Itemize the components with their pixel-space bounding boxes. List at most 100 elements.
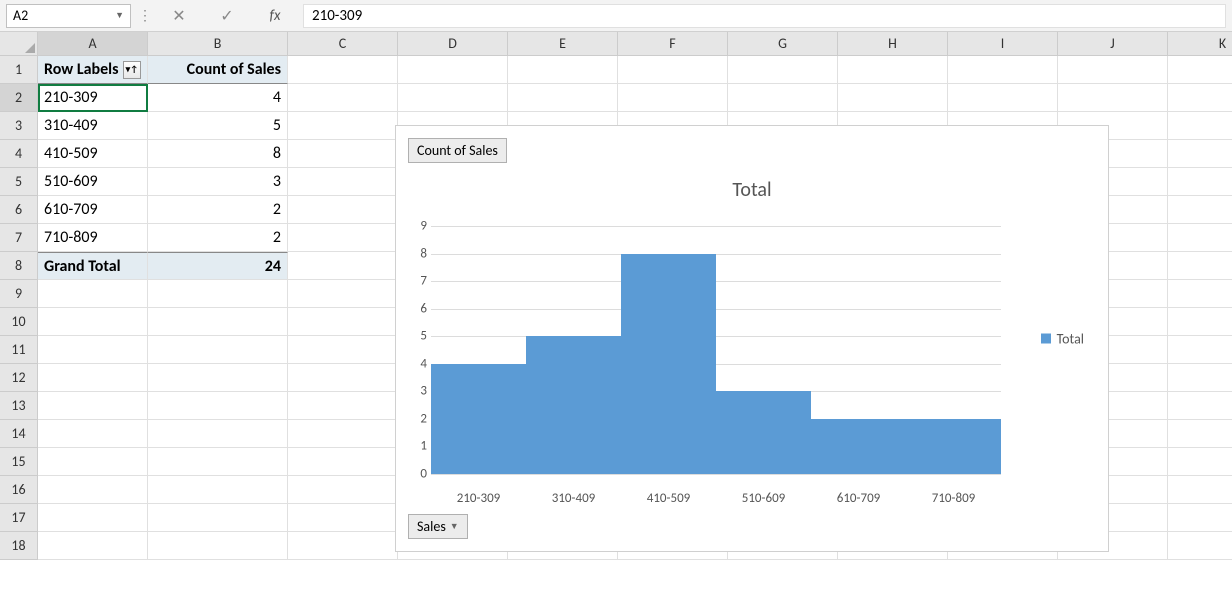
- pivot-chart[interactable]: Count of Sales Total 0123456789 210-3093…: [395, 125, 1109, 552]
- field-button-values[interactable]: Count of Sales: [408, 138, 507, 163]
- chevron-down-icon[interactable]: ▼: [450, 521, 459, 532]
- row-header[interactable]: 2: [0, 84, 38, 112]
- cell[interactable]: [288, 112, 398, 140]
- cell[interactable]: [1168, 196, 1232, 224]
- cell[interactable]: [288, 336, 398, 364]
- cell[interactable]: [288, 532, 398, 560]
- row-header[interactable]: 13: [0, 392, 38, 420]
- cell[interactable]: [1168, 504, 1232, 532]
- cell[interactable]: [148, 532, 288, 560]
- cell[interactable]: [288, 84, 398, 112]
- row-header[interactable]: 4: [0, 140, 38, 168]
- cell[interactable]: [1058, 84, 1168, 112]
- cell[interactable]: [1058, 56, 1168, 84]
- bar[interactable]: [716, 391, 811, 474]
- row-header[interactable]: 5: [0, 168, 38, 196]
- cell[interactable]: 210-309: [38, 84, 148, 112]
- row-header[interactable]: 18: [0, 532, 38, 560]
- cell[interactable]: [38, 364, 148, 392]
- cell[interactable]: [38, 392, 148, 420]
- cell[interactable]: [1168, 336, 1232, 364]
- cell[interactable]: [38, 504, 148, 532]
- cell[interactable]: [1168, 84, 1232, 112]
- row-header[interactable]: 7: [0, 224, 38, 252]
- row-header[interactable]: 1: [0, 56, 38, 84]
- cell[interactable]: [148, 364, 288, 392]
- row-header[interactable]: 15: [0, 448, 38, 476]
- column-header[interactable]: H: [838, 32, 948, 56]
- cell[interactable]: [618, 84, 728, 112]
- cell[interactable]: [1168, 308, 1232, 336]
- enter-icon[interactable]: ✓: [207, 4, 247, 28]
- cell[interactable]: 710-809: [38, 224, 148, 252]
- cell[interactable]: [1168, 280, 1232, 308]
- cell[interactable]: 4: [148, 84, 288, 112]
- column-header[interactable]: I: [948, 32, 1058, 56]
- cell[interactable]: [1168, 112, 1232, 140]
- cell[interactable]: [288, 364, 398, 392]
- cell[interactable]: [1168, 420, 1232, 448]
- cell[interactable]: [38, 420, 148, 448]
- cell[interactable]: [728, 56, 838, 84]
- column-header[interactable]: A: [38, 32, 148, 56]
- cell[interactable]: [1168, 252, 1232, 280]
- cell[interactable]: [38, 448, 148, 476]
- chevron-down-icon[interactable]: ▼: [115, 10, 124, 21]
- cell[interactable]: [838, 84, 948, 112]
- field-button-axis[interactable]: Sales ▼: [408, 514, 468, 539]
- column-header[interactable]: G: [728, 32, 838, 56]
- cell[interactable]: 2: [148, 196, 288, 224]
- cell[interactable]: [288, 168, 398, 196]
- cell[interactable]: 8: [148, 140, 288, 168]
- cancel-icon[interactable]: ✕: [159, 4, 199, 28]
- cell[interactable]: [288, 252, 398, 280]
- cell[interactable]: [1168, 168, 1232, 196]
- cell[interactable]: [398, 56, 508, 84]
- cell[interactable]: 610-709: [38, 196, 148, 224]
- row-header[interactable]: 3: [0, 112, 38, 140]
- row-header[interactable]: 16: [0, 476, 38, 504]
- bar[interactable]: [431, 364, 526, 474]
- cell[interactable]: [1168, 364, 1232, 392]
- cell[interactable]: Row Labels▾↑: [38, 56, 148, 84]
- cell[interactable]: [288, 308, 398, 336]
- row-header[interactable]: 14: [0, 420, 38, 448]
- cell[interactable]: [618, 56, 728, 84]
- select-all-corner[interactable]: [0, 32, 38, 56]
- cell[interactable]: [38, 308, 148, 336]
- cell[interactable]: [38, 336, 148, 364]
- cell[interactable]: [1168, 224, 1232, 252]
- cell[interactable]: [288, 448, 398, 476]
- cell[interactable]: [148, 448, 288, 476]
- cell[interactable]: [38, 532, 148, 560]
- cell[interactable]: [1168, 532, 1232, 560]
- cell[interactable]: Grand Total: [38, 252, 148, 280]
- row-header[interactable]: 10: [0, 308, 38, 336]
- cell[interactable]: 410-509: [38, 140, 148, 168]
- cell[interactable]: [148, 280, 288, 308]
- row-header[interactable]: 8: [0, 252, 38, 280]
- cell[interactable]: 510-609: [38, 168, 148, 196]
- column-header[interactable]: B: [148, 32, 288, 56]
- cell[interactable]: [288, 56, 398, 84]
- column-header[interactable]: J: [1058, 32, 1168, 56]
- cell[interactable]: [148, 392, 288, 420]
- row-header[interactable]: 6: [0, 196, 38, 224]
- cell[interactable]: [148, 308, 288, 336]
- cell[interactable]: Count of Sales: [148, 56, 288, 84]
- cell[interactable]: [148, 476, 288, 504]
- cell[interactable]: 3: [148, 168, 288, 196]
- cell[interactable]: [288, 224, 398, 252]
- cell[interactable]: [1168, 140, 1232, 168]
- cell[interactable]: [838, 56, 948, 84]
- bar[interactable]: [811, 419, 906, 474]
- cell[interactable]: [38, 280, 148, 308]
- cell[interactable]: [288, 280, 398, 308]
- cell[interactable]: [398, 84, 508, 112]
- cell[interactable]: 2: [148, 224, 288, 252]
- row-header[interactable]: 12: [0, 364, 38, 392]
- cell[interactable]: 5: [148, 112, 288, 140]
- cell[interactable]: [288, 196, 398, 224]
- cell[interactable]: [508, 56, 618, 84]
- bar[interactable]: [621, 254, 716, 474]
